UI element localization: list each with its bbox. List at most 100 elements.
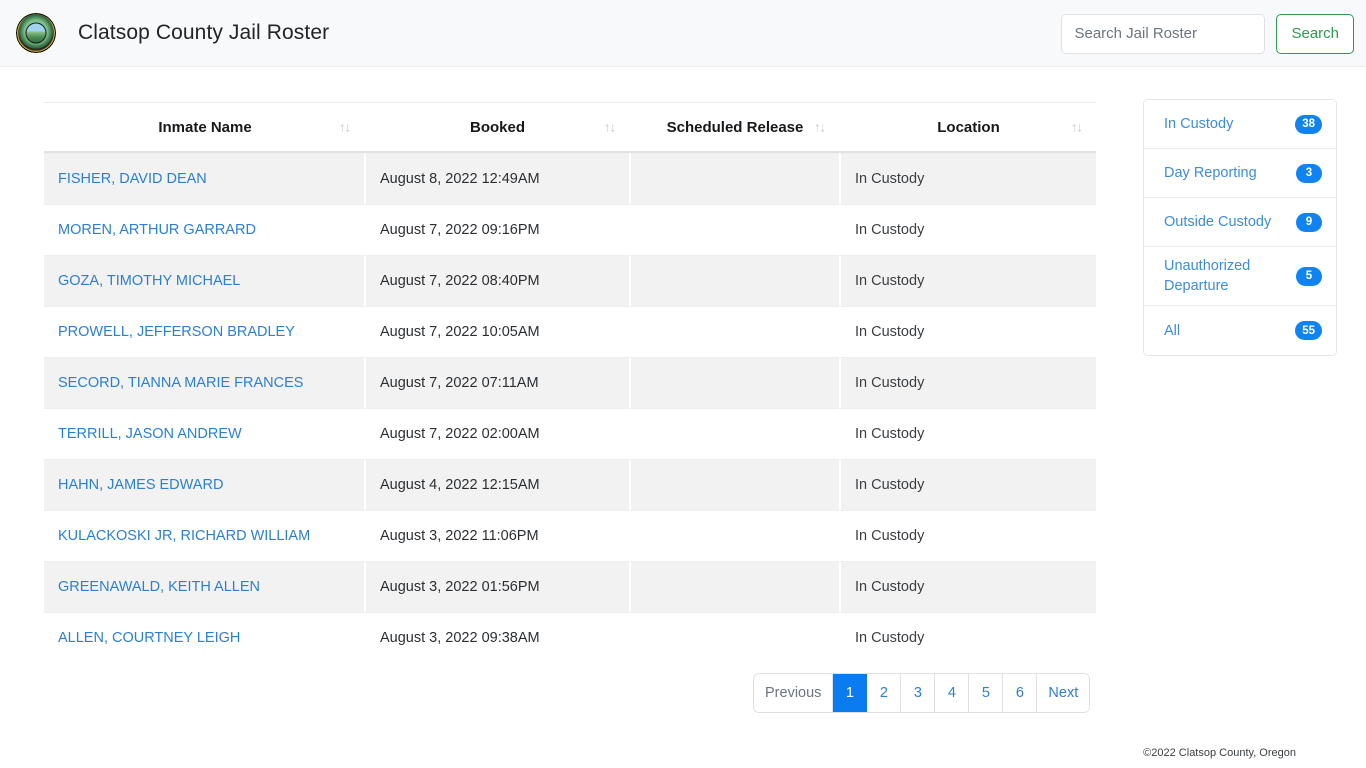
cell-booked-text: August 4, 2022 12:15AM [380,477,540,493]
inmate-name-link[interactable]: HAHN, JAMES EDWARD [58,477,223,493]
cell-booked: August 7, 2022 02:00AM [364,408,629,459]
sort-icon[interactable]: ↑↓ [339,120,350,135]
filter-list: In Custody 38 Day Reporting 3 Outside Custod… [1143,99,1337,356]
table-row: GREENAWALD, KEITH ALLEN August 3, 2022 01… [44,561,1096,612]
filter-item-label: Unauthorized Departure [1164,256,1296,296]
cell-inmate-name: FISHER, DAVID DEAN [44,153,364,204]
inmate-name-link[interactable]: TERRILL, JASON ANDREW [58,426,242,442]
cell-location: In Custody [839,255,1096,306]
cell-booked: August 7, 2022 08:40PM [364,255,629,306]
cell-location: In Custody [839,204,1096,255]
inmate-name-link[interactable]: FISHER, DAVID DEAN [58,171,207,187]
cell-location-text: In Custody [855,375,924,391]
inmate-name-link[interactable]: MOREN, ARTHUR GARRARD [58,222,256,238]
filter-item-day-reporting[interactable]: Day Reporting 3 [1144,149,1336,198]
cell-scheduled-release [629,612,839,663]
cell-inmate-name: HAHN, JAMES EDWARD [44,459,364,510]
cell-booked-text: August 3, 2022 09:38AM [380,630,540,646]
pagination-page-5[interactable]: 5 [969,674,1003,712]
cell-booked-text: August 7, 2022 10:05AM [380,324,540,340]
cell-inmate-name: GREENAWALD, KEITH ALLEN [44,561,364,612]
filter-item-label: Day Reporting [1164,163,1265,183]
page-title: Clatsop County Jail Roster [78,21,329,45]
filter-item-in-custody[interactable]: In Custody 38 [1144,100,1336,149]
table-row: GOZA, TIMOTHY MICHAEL August 7, 2022 08:4… [44,255,1096,306]
filter-item-count-badge: 38 [1295,115,1322,134]
cell-scheduled-release [629,408,839,459]
brand[interactable]: Clatsop County Jail Roster [16,13,329,53]
cell-booked-text: August 3, 2022 11:06PM [380,528,539,544]
cell-inmate-name: SECORD, TIANNA MARIE FRANCES [44,357,364,408]
pagination-page-1[interactable]: 1 [833,674,867,712]
cell-booked: August 3, 2022 09:38AM [364,612,629,663]
inmate-name-link[interactable]: GOZA, TIMOTHY MICHAEL [58,273,240,289]
inmate-name-link[interactable]: SECORD, TIANNA MARIE FRANCES [58,375,303,391]
cell-scheduled-release [629,153,839,204]
sort-icon[interactable]: ↑↓ [1071,120,1082,135]
search-button[interactable]: Search [1276,14,1354,54]
table-row: KULACKOSKI JR, RICHARD WILLIAM August 3, … [44,510,1096,561]
filter-item-count-badge: 3 [1296,164,1322,183]
sort-icon[interactable]: ↑↓ [604,120,615,135]
pagination-previous: Previous [754,674,833,712]
cell-location: In Custody [839,408,1096,459]
cell-location: In Custody [839,153,1096,204]
cell-booked-text: August 7, 2022 09:16PM [380,222,540,238]
filter-item-count-badge: 5 [1296,267,1322,286]
pagination-next[interactable]: Next [1037,674,1089,712]
pagination-page-2[interactable]: 2 [867,674,901,712]
filter-item-label: In Custody [1164,114,1241,134]
filter-item-outside-custody[interactable]: Outside Custody9 [1144,198,1336,247]
cell-booked-text: August 3, 2022 01:56PM [380,579,540,595]
cell-booked: August 3, 2022 11:06PM [364,510,629,561]
pagination-page-3[interactable]: 3 [901,674,935,712]
cell-location-text: In Custody [855,477,924,493]
cell-scheduled-release [629,561,839,612]
cell-location: In Custody [839,357,1096,408]
inmate-name-link[interactable]: KULACKOSKI JR, RICHARD WILLIAM [58,528,310,544]
top-navbar: Clatsop County Jail Roster Search [0,0,1366,67]
column-header-inmate-name[interactable]: Inmate Name ↑↓ [44,102,364,153]
cell-location-text: In Custody [855,324,924,340]
cell-location-text: In Custody [855,579,924,595]
column-label: Scheduled Release [667,119,804,136]
cell-location-text: In Custody [855,273,924,289]
cell-inmate-name: MOREN, ARTHUR GARRARD [44,204,364,255]
cell-scheduled-release [629,459,839,510]
filter-item-all[interactable]: All55 [1144,306,1336,355]
cell-scheduled-release [629,204,839,255]
table-header-row: Inmate Name ↑↓ Booked ↑↓ Scheduled Relea… [44,102,1096,153]
cell-scheduled-release [629,510,839,561]
cell-location: In Custody [839,612,1096,663]
search-input[interactable] [1061,14,1265,54]
column-header-scheduled-release[interactable]: Scheduled Release ↑↓ [629,102,839,153]
cell-scheduled-release [629,255,839,306]
navbar-search-group: Search [1061,0,1354,67]
cell-location-text: In Custody [855,426,924,442]
column-label: Inmate Name [158,119,251,136]
cell-booked-text: August 7, 2022 02:00AM [380,426,540,442]
table-head: Inmate Name ↑↓ Booked ↑↓ Scheduled Relea… [44,102,1096,153]
pagination-page-6[interactable]: 6 [1003,674,1037,712]
cell-booked: August 7, 2022 10:05AM [364,306,629,357]
pagination-page-4[interactable]: 4 [935,674,969,712]
cell-booked: August 8, 2022 12:49AM [364,153,629,204]
table-row: PROWELL, JEFFERSON BRADLEY August 7, 2022… [44,306,1096,357]
sort-icon[interactable]: ↑↓ [814,120,825,135]
cell-booked: August 7, 2022 09:16PM [364,204,629,255]
table-row: TERRILL, JASON ANDREW August 7, 2022 02:0… [44,408,1096,459]
filter-item-unauthorized-departure[interactable]: Unauthorized Departure5 [1144,247,1336,306]
cell-inmate-name: GOZA, TIMOTHY MICHAEL [44,255,364,306]
column-header-location[interactable]: Location ↑↓ [839,102,1096,153]
inmate-name-link[interactable]: ALLEN, COURTNEY LEIGH [58,630,240,646]
inmate-name-link[interactable]: GREENAWALD, KEITH ALLEN [58,579,260,595]
pagination: Previous123456Next [754,674,1089,712]
table-row: ALLEN, COURTNEY LEIGH August 3, 2022 09:3… [44,612,1096,663]
cell-scheduled-release [629,357,839,408]
page-body: Inmate Name ↑↓ Booked ↑↓ Scheduled Relea… [0,67,1366,768]
inmate-name-link[interactable]: PROWELL, JEFFERSON BRADLEY [58,324,295,340]
cell-booked: August 7, 2022 07:11AM [364,357,629,408]
roster-table: Inmate Name ↑↓ Booked ↑↓ Scheduled Relea… [44,102,1096,663]
table-row: FISHER, DAVID DEAN August 8, 2022 12:49AM… [44,153,1096,204]
column-header-booked[interactable]: Booked ↑↓ [364,102,629,153]
